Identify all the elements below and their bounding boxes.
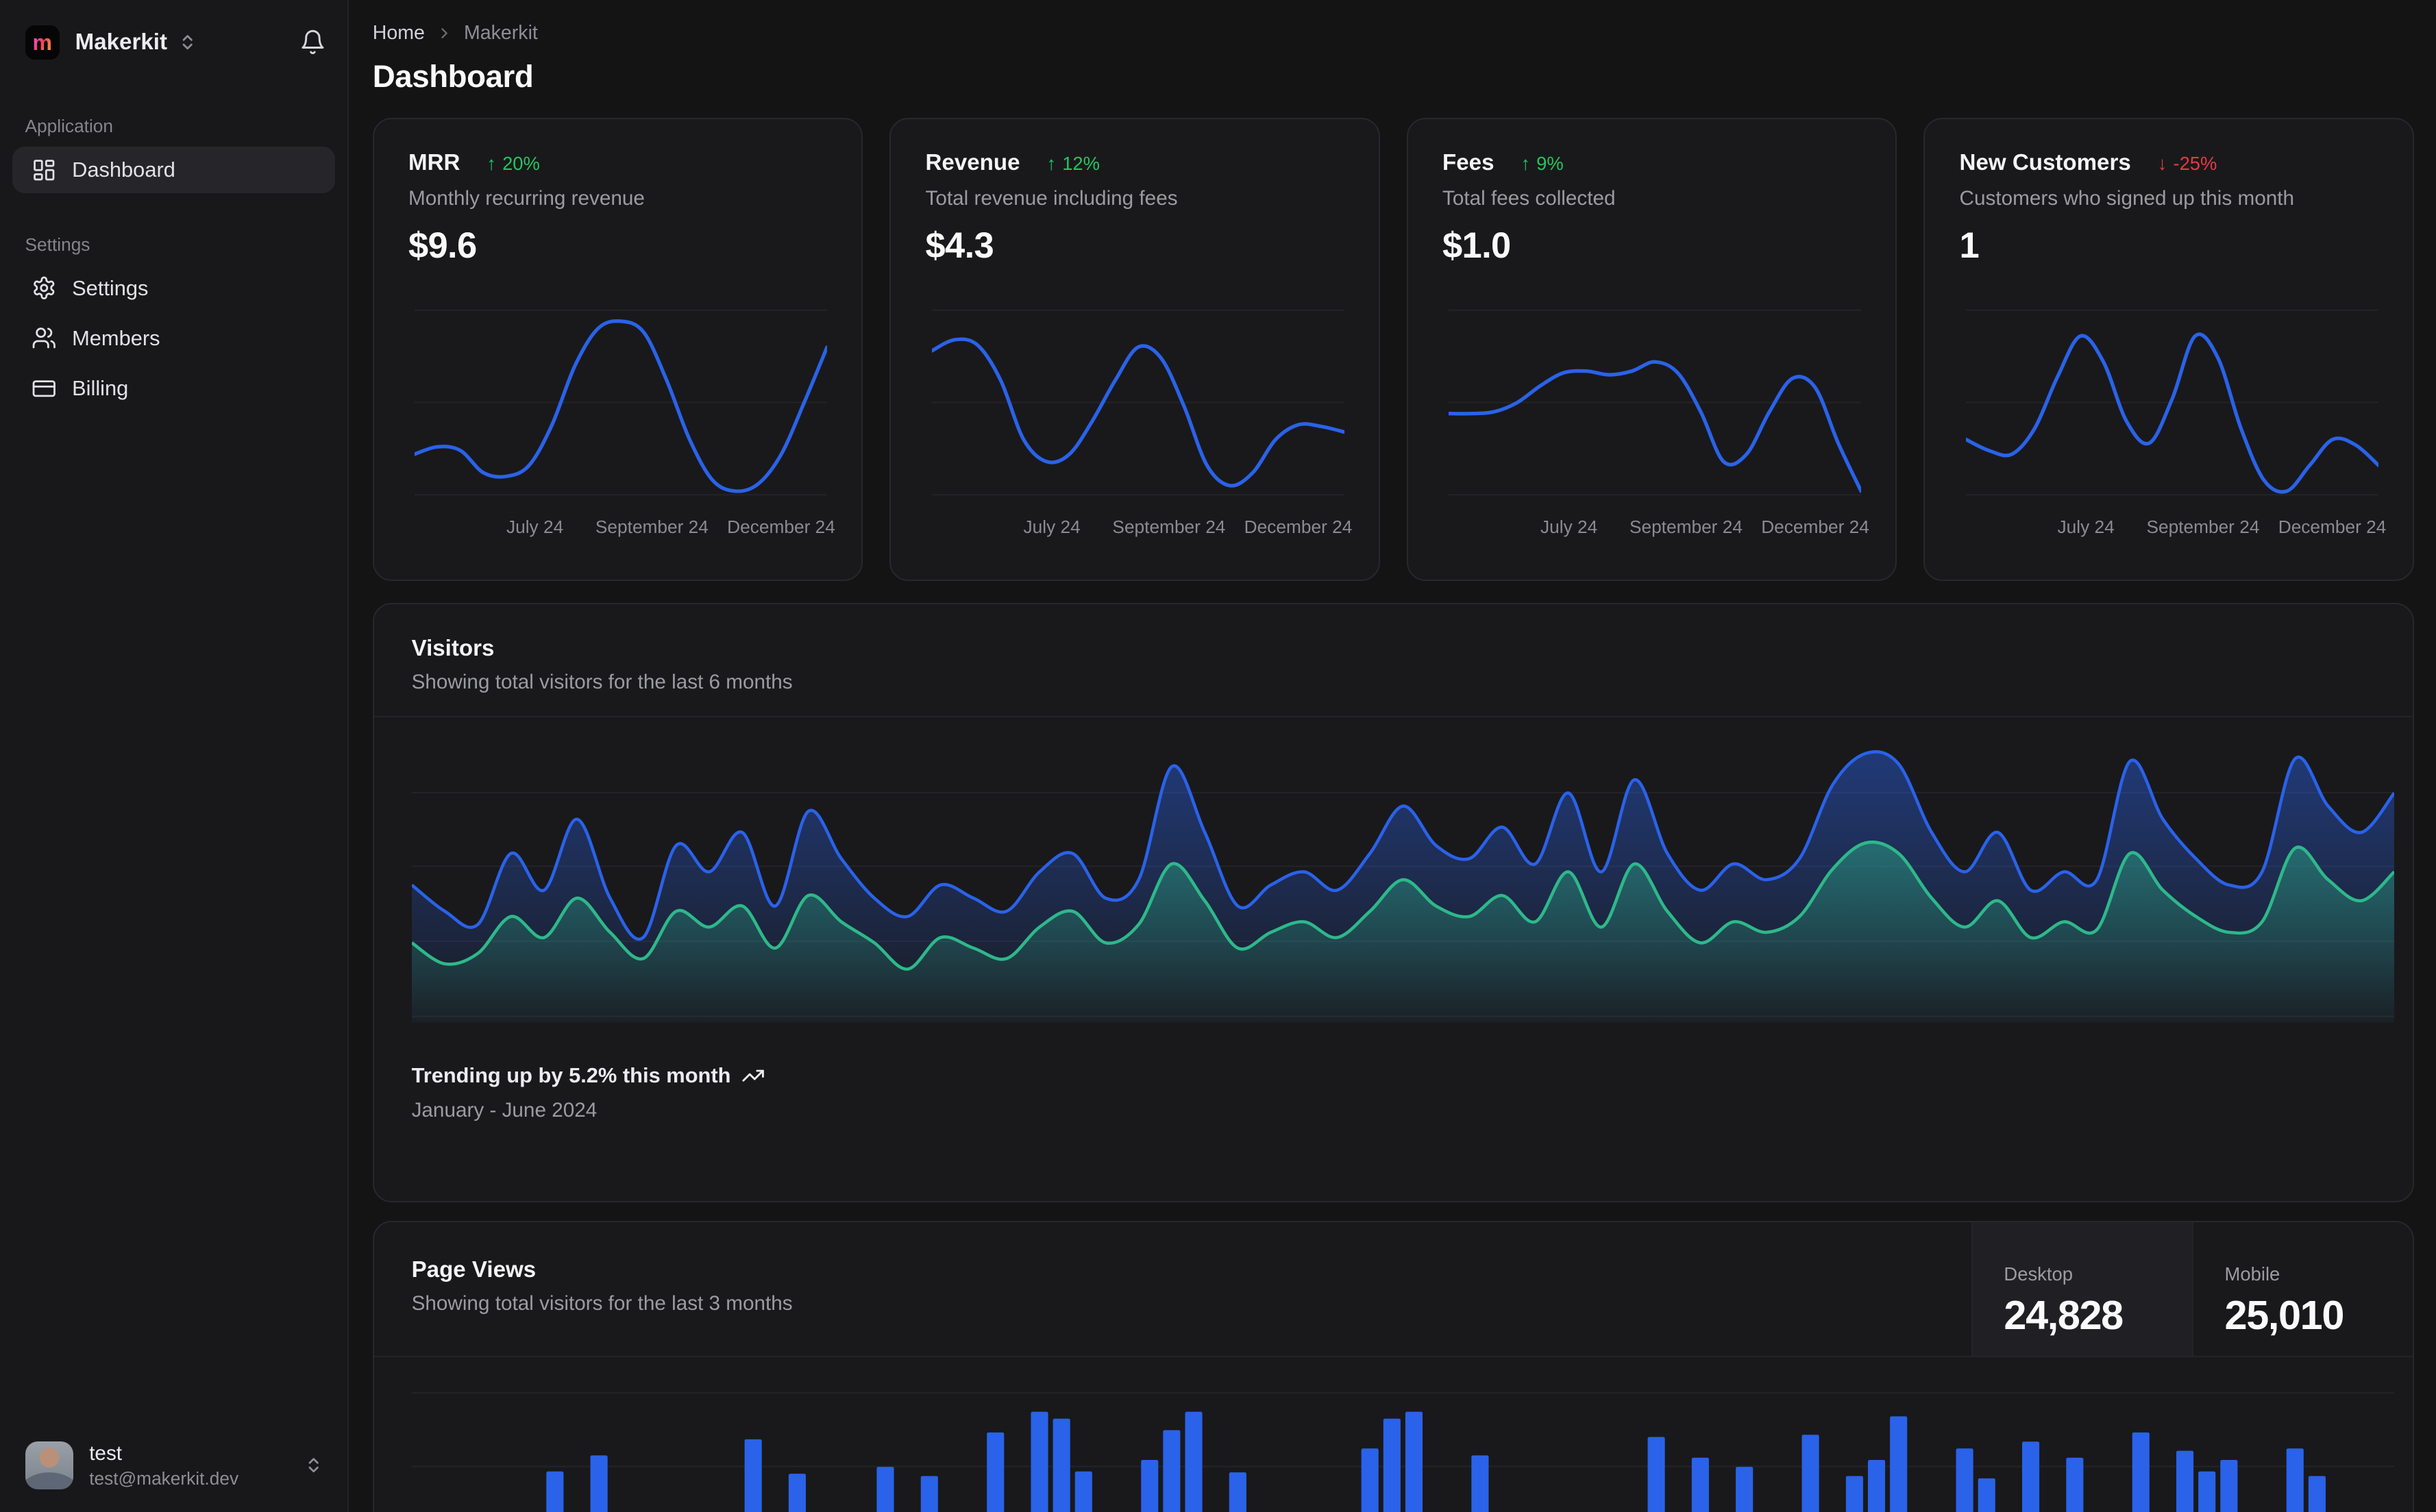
page-title: Dashboard xyxy=(372,58,534,94)
visitors-period: January - June 2024 xyxy=(411,1099,598,1122)
page-views-title: Page Views xyxy=(411,1256,537,1282)
visitors-footer: Trending up by 5.2% this month January -… xyxy=(374,1063,2413,1122)
gear-icon xyxy=(33,277,55,300)
breadcrumb: Home Makerkit xyxy=(373,22,2414,45)
trend-arrow-icon: ↓ xyxy=(2157,153,2167,175)
trend-badge: ↓ -25% xyxy=(2157,153,2217,175)
sidebar-item-label: Dashboard xyxy=(72,158,175,182)
credit-card-icon xyxy=(32,380,56,397)
workspace-name: Makerkit xyxy=(75,29,167,55)
sparkline-chart xyxy=(1966,301,2378,504)
trend-arrow-icon: ↑ xyxy=(1521,153,1531,175)
divider xyxy=(373,716,2413,718)
stat-description: Customers who signed up this month xyxy=(1959,187,2294,210)
chevron-right-icon xyxy=(436,25,453,42)
sidebar-item-members[interactable]: Members xyxy=(12,314,335,362)
sidebar-item-settings[interactable]: Settings xyxy=(12,264,335,312)
stat-cards-row: MRR ↑ 20% Monthly recurring revenue $9.6 … xyxy=(372,117,2414,582)
trend-badge: ↑ 12% xyxy=(1046,153,1100,175)
visitors-card: Visitors Showing total visitors for the … xyxy=(372,603,2414,1203)
chevrons-up-down-icon xyxy=(308,1458,319,1473)
sparkline-chart xyxy=(1449,301,1861,504)
stat-card-revenue: Revenue ↑ 12% Total revenue including fee… xyxy=(889,117,1380,582)
trend-badge: ↑ 20% xyxy=(487,153,540,175)
page-views-bar-chart xyxy=(412,1370,2394,1512)
visitors-title: Visitors xyxy=(411,635,495,661)
stat-value: 1 xyxy=(1959,225,1980,267)
stat-card-mrr: MRR ↑ 20% Monthly recurring revenue $9.6 … xyxy=(372,117,863,582)
stat-value: $9.6 xyxy=(408,225,477,267)
bell-icon xyxy=(302,30,324,55)
stat-title: MRR xyxy=(408,150,460,176)
visitors-subtitle: Showing total visitors for the last 6 mo… xyxy=(411,671,793,694)
page-views-header: Page Views Showing total visitors for th… xyxy=(373,1222,2413,1357)
page-views-subtitle: Showing total visitors for the last 3 mo… xyxy=(411,1292,793,1315)
chevrons-up-down-icon xyxy=(182,35,193,50)
trend-arrow-icon: ↑ xyxy=(1046,153,1057,175)
sparkline-chart xyxy=(932,301,1344,504)
user-name: test xyxy=(89,1441,123,1465)
sidebar: m Makerkit Application Dashboard Setting… xyxy=(0,0,349,1512)
sidebar-item-label: Billing xyxy=(72,375,129,400)
toggle-desktop[interactable]: Desktop 24,828 xyxy=(1971,1222,2192,1356)
avatar xyxy=(25,1441,74,1490)
visitors-trend-text: Trending up by 5.2% this month xyxy=(411,1063,731,1088)
sidebar-nav: Application Dashboard Settings Settings … xyxy=(12,116,336,412)
main-content: Home Makerkit Dashboard MRR ↑ 20% Monthly… xyxy=(349,0,2436,1512)
breadcrumb-current: Makerkit xyxy=(464,21,538,44)
sidebar-item-label: Members xyxy=(72,325,160,350)
workspace-switcher[interactable] xyxy=(178,33,197,51)
stat-description: Total fees collected xyxy=(1442,187,1616,210)
toggle-mobile[interactable]: Mobile 25,010 xyxy=(2191,1222,2413,1356)
stat-title: Fees xyxy=(1442,150,1494,176)
sidebar-header: m Makerkit xyxy=(12,22,335,60)
sparkline-chart xyxy=(415,301,827,504)
users-icon xyxy=(32,327,56,349)
stat-description: Total revenue including fees xyxy=(925,187,1178,210)
visitors-area-chart xyxy=(411,738,2394,1023)
notifications-button[interactable] xyxy=(296,26,329,59)
sidebar-item-label: Settings xyxy=(72,275,149,300)
trend-arrow-icon: ↑ xyxy=(487,153,496,175)
user-menu[interactable]: test test@makerkit.dev xyxy=(12,1431,335,1500)
stat-card-new-customers: New Customers ↓ -25% Customers who signed… xyxy=(1923,117,2414,582)
stat-title: Revenue xyxy=(925,150,1020,176)
user-email: test@makerkit.dev xyxy=(89,1468,239,1489)
stat-description: Monthly recurring revenue xyxy=(408,187,645,210)
trending-up-icon xyxy=(742,1069,765,1082)
app-root: m Makerkit Application Dashboard Setting… xyxy=(0,0,2436,1512)
nav-section-label: Settings xyxy=(25,234,90,255)
page-views-card: Page Views Showing total visitors for th… xyxy=(372,1221,2414,1512)
breadcrumb-home-link[interactable]: Home xyxy=(373,22,425,45)
stat-value: $4.3 xyxy=(925,225,994,267)
stat-title: New Customers xyxy=(1959,150,2131,176)
layout-dashboard-icon xyxy=(33,159,55,181)
stat-card-fees: Fees ↑ 9% Total fees collected $1.0 July … xyxy=(1406,117,1897,582)
logo-letter: m xyxy=(32,29,52,55)
makerkit-logo: m xyxy=(25,25,60,60)
trend-badge: ↑ 9% xyxy=(1521,153,1564,175)
sidebar-item-dashboard[interactable]: Dashboard xyxy=(12,146,336,194)
sidebar-item-billing[interactable]: Billing xyxy=(12,365,335,412)
stat-value: $1.0 xyxy=(1442,225,1511,267)
nav-section-label: Application xyxy=(25,116,114,137)
